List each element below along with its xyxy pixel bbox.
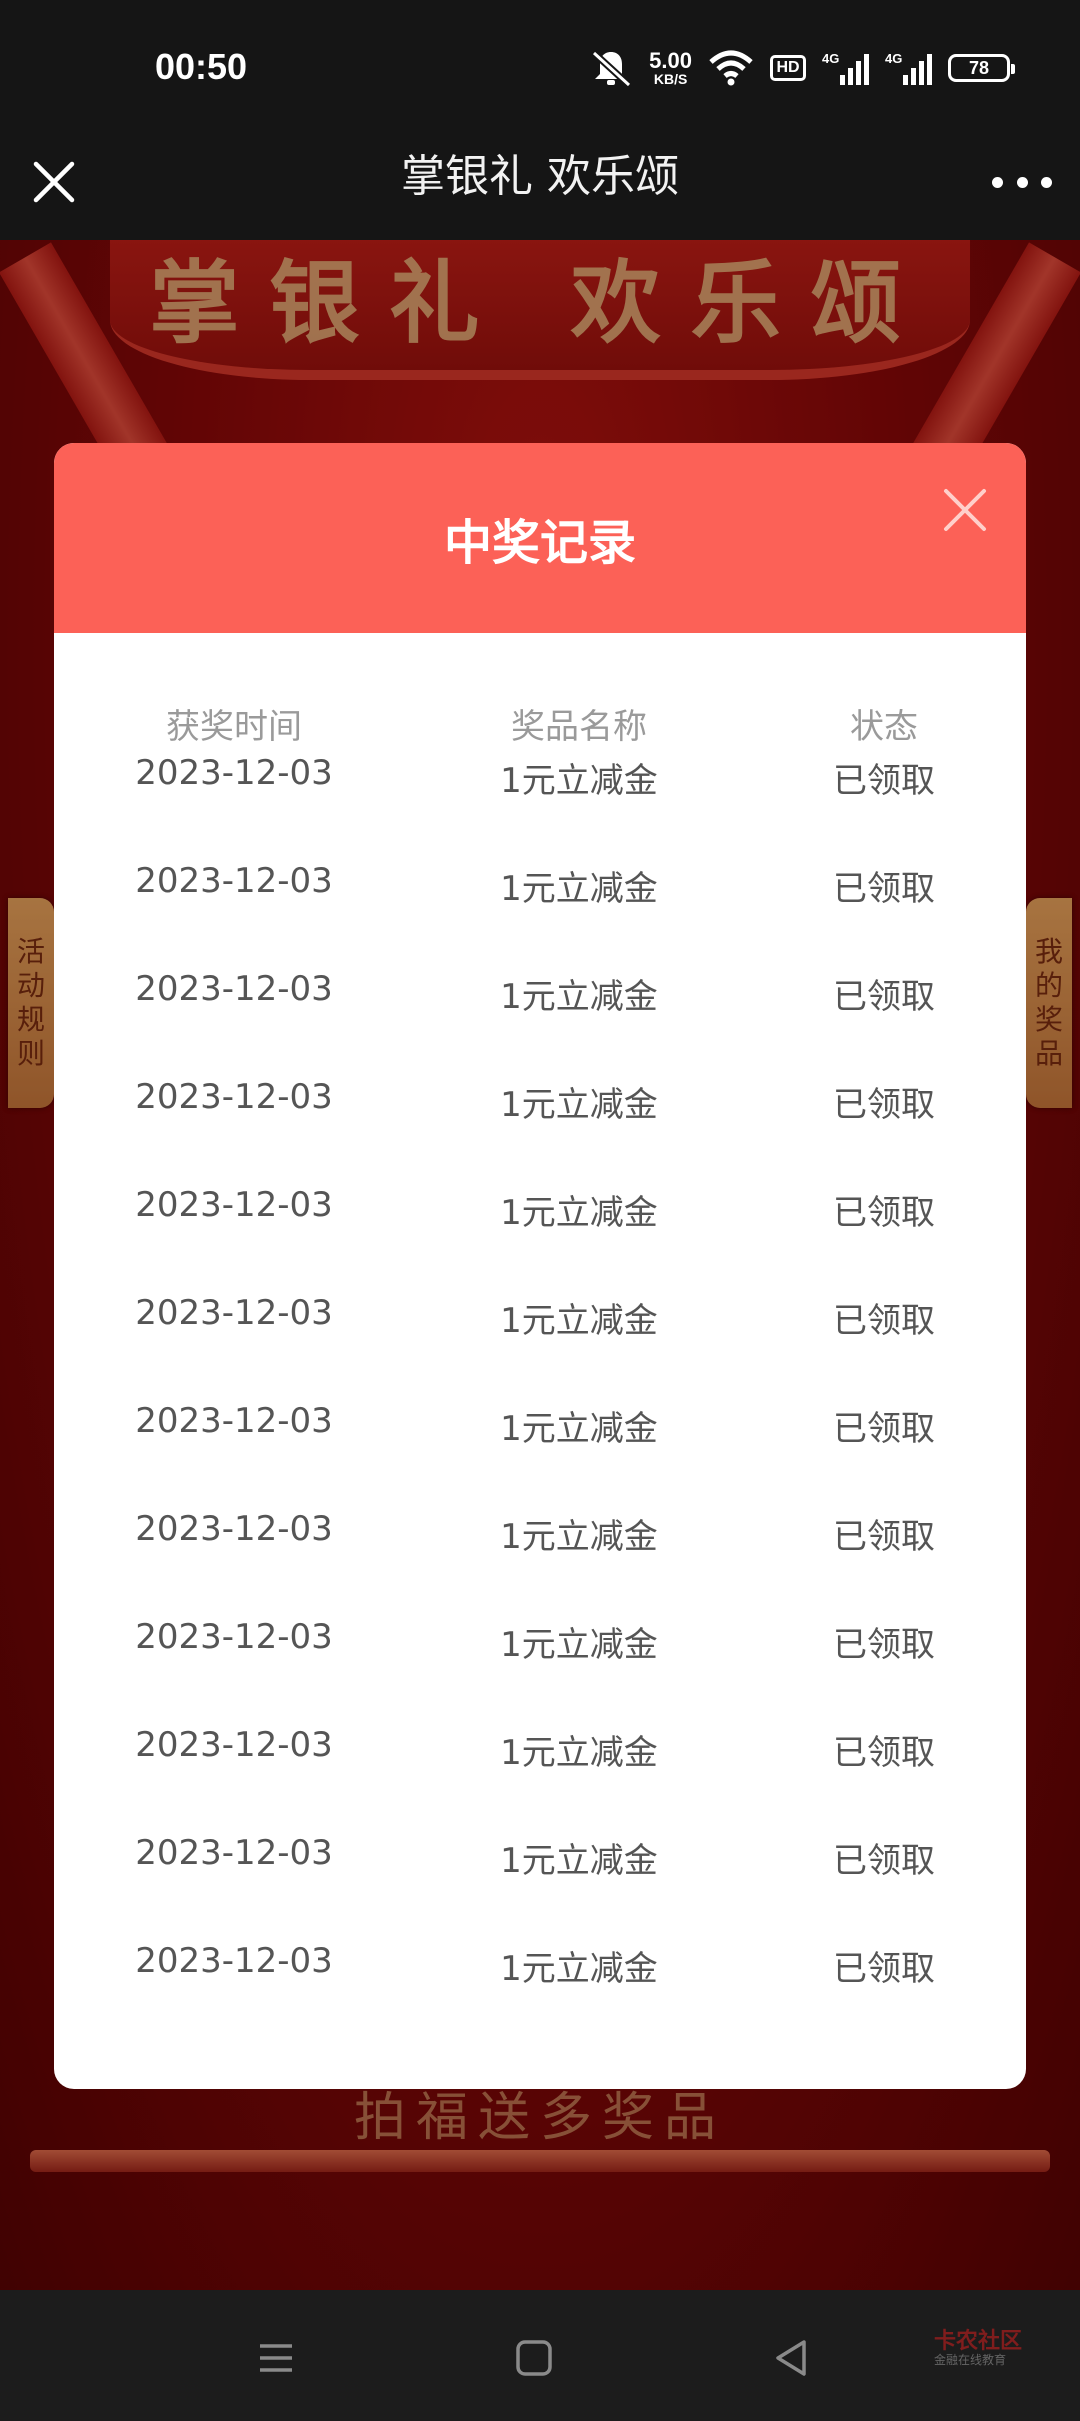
watermark-subtext: 金融在线教育 (933, 2353, 1006, 2368)
award-date-cell: 2023-12-03 (135, 1293, 333, 1333)
screen: 00:50 5.00 KB/S HD 4G 4G 78 掌银礼 欢乐颂 掌银礼 … (0, 0, 1080, 2421)
status-cell: 已领取 (833, 1085, 935, 1125)
table-body: 2023-12-03 1元立减金 已领取 2023-12-03 1元立减金 已领取 2023… (54, 753, 1026, 2079)
status-icons: 5.00 KB/S HD 4G 4G 78 (589, 44, 1015, 92)
award-date-cell: 2023-12-03 (135, 1941, 333, 1981)
menu-icon[interactable] (246, 2328, 306, 2388)
signal-1-icon: 4G (822, 51, 869, 85)
navigation-bar: 卡农社区 金融在线教育 (0, 2290, 1080, 2421)
dialog-header: 中奖记录 (54, 443, 1026, 633)
prize-name-cell: 1元立减金 (500, 1085, 658, 1125)
status-cell: 已领取 (833, 869, 935, 909)
status-cell: 已领取 (833, 761, 935, 801)
net-speed-value: 5.00 (649, 48, 692, 73)
award-date-cell: 2023-12-03 (135, 1401, 333, 1441)
award-date-cell: 2023-12-03 (135, 1077, 333, 1117)
more-icon[interactable] (992, 162, 1052, 202)
award-date-cell: 2023-12-03 (135, 861, 333, 901)
award-date-cell: 2023-12-03 (135, 1725, 333, 1765)
home-icon[interactable] (504, 2328, 564, 2388)
status-bar: 00:50 5.00 KB/S HD 4G 4G 78 (0, 0, 1080, 138)
status-cell: 已领取 (833, 1625, 935, 1665)
prize-name-cell: 1元立减金 (500, 1733, 658, 1773)
prize-name-cell: 1元立减金 (500, 1409, 658, 1449)
net-speed: 5.00 KB/S (649, 48, 692, 87)
award-date-cell: 2023-12-03 (135, 1509, 333, 1549)
prize-name-cell: 1元立减金 (500, 1949, 658, 1989)
status-cell: 已领取 (833, 1301, 935, 1341)
wifi-icon (709, 50, 753, 86)
page-title: 掌银礼 欢乐颂 (401, 151, 679, 202)
signal-1-label: 4G (822, 51, 840, 66)
net-speed-unit: KB/S (653, 71, 688, 87)
prize-name-cell: 1元立减金 (500, 869, 658, 909)
award-date-cell: 2023-12-03 (135, 753, 333, 793)
award-date-cell: 2023-12-03 (135, 1617, 333, 1657)
status-cell: 已领取 (833, 1517, 935, 1557)
watermark-text: 卡农社区 (933, 2329, 1022, 2354)
status-cell: 已领取 (833, 977, 935, 1017)
prize-name-cell: 1元立减金 (500, 1625, 658, 1665)
header-status: 状态 (850, 707, 918, 747)
status-cell: 已领取 (833, 1949, 935, 1989)
prize-record-dialog: 中奖记录 获奖时间 奖品名称 状态 2023-12-03 1元立减金 已领取 2023… (54, 443, 1026, 2089)
dialog-title: 中奖记录 (443, 515, 636, 571)
status-cell: 已领取 (833, 1409, 935, 1449)
battery-level: 78 (968, 57, 990, 78)
watermark-logo: 卡农社区 金融在线教育 (933, 2329, 1022, 2368)
status-time: 00:50 (155, 46, 248, 87)
prize-name-cell: 1元立减金 (500, 1301, 658, 1341)
table-row: 2023-12-03 1元立减金 已领取 (54, 1941, 1026, 2079)
title-bar: 掌银礼 欢乐颂 (0, 138, 1080, 240)
status-cell: 已领取 (833, 1193, 935, 1233)
signal-2-label: 4G (885, 51, 903, 66)
status-cell: 已领取 (833, 1733, 935, 1773)
prize-name-cell: 1元立减金 (500, 977, 658, 1017)
back-icon[interactable] (762, 2328, 822, 2388)
signal-2-icon: 4G (885, 51, 932, 85)
close-icon[interactable] (942, 487, 988, 533)
mute-icon (591, 50, 632, 88)
prize-name-cell: 1元立减金 (500, 1517, 658, 1557)
award-date-cell: 2023-12-03 (135, 969, 333, 1009)
prize-record-table: 获奖时间 奖品名称 状态 2023-12-03 1元立减金 已领取 2023-12-0… (54, 633, 1026, 2079)
award-date-cell: 2023-12-03 (135, 1833, 333, 1873)
status-cell: 已领取 (833, 1841, 935, 1881)
hd-badge: HD (770, 55, 806, 81)
prize-name-cell: 1元立减金 (500, 1841, 658, 1881)
prize-name-cell: 1元立减金 (500, 761, 658, 801)
award-date-cell: 2023-12-03 (135, 1185, 333, 1225)
prize-name-cell: 1元立减金 (500, 1193, 658, 1233)
header-prize-name: 奖品名称 (511, 707, 647, 747)
battery-icon: 78 (948, 54, 1015, 82)
header-award-time: 获奖时间 (166, 707, 302, 747)
